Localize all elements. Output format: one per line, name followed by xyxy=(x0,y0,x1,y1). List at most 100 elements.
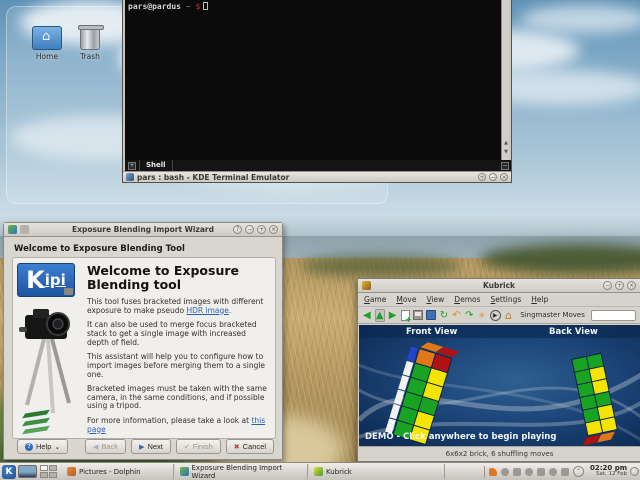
close-button[interactable]: × xyxy=(627,281,636,290)
load-game-icon[interactable] xyxy=(426,309,437,322)
scroll-down-icon[interactable]: ▼ xyxy=(502,149,510,155)
maximize-button[interactable]: − xyxy=(489,173,497,181)
kipi-logo-text: ipi xyxy=(44,271,66,289)
desktop-icon-trash[interactable]: Trash xyxy=(64,25,116,61)
volume-icon[interactable] xyxy=(512,467,521,476)
help-button[interactable]: ? xyxy=(233,225,242,234)
terminal-prompt-symbol: $ xyxy=(195,2,201,11)
tab-shell[interactable]: Shell xyxy=(139,160,173,171)
close-tab-button[interactable]: − xyxy=(501,161,509,170)
menu-game[interactable]: Game xyxy=(364,295,386,304)
camera-tripod-illustration xyxy=(19,309,71,436)
kubrick-menubar: Game Move View Demos Settings Help xyxy=(358,293,640,307)
new-tab-button[interactable]: + xyxy=(128,161,136,170)
minimize-button[interactable]: − xyxy=(603,281,612,290)
k-menu-button[interactable]: K xyxy=(2,464,16,479)
chevron-down-icon: ⌄ xyxy=(54,443,61,451)
menu-help[interactable]: Help xyxy=(531,295,548,304)
task-exposure-wizard[interactable]: Exposure Blending Import Wizard xyxy=(174,464,308,480)
close-button[interactable]: × xyxy=(269,225,278,234)
klipper-icon[interactable] xyxy=(488,467,497,476)
paragraph-5: For more information, please take a look… xyxy=(87,415,266,434)
wizard-page-header: Welcome to Exposure Blending Tool xyxy=(14,244,185,254)
desktop: Home Trash pars@pardus ~ $ ▲ ▼ + Shell −… xyxy=(0,0,640,480)
menu-demos[interactable]: Demos xyxy=(454,295,480,304)
help-icon: ? xyxy=(25,442,33,451)
cancel-x-icon: ✖ xyxy=(233,443,240,451)
kubrick-window: Kubrick − + × Game Move View Demos Setti… xyxy=(357,278,640,462)
trash-icon xyxy=(75,25,105,50)
kubrick-scene[interactable]: Front View Back View DEMO - Click anywhe… xyxy=(359,325,640,448)
maximize-button[interactable]: + xyxy=(257,225,266,234)
next-arrow-icon: ▶ xyxy=(139,443,145,451)
wizard-content-panel: Kipi Welcome to Exposure Blending tool T… xyxy=(12,257,276,439)
device-notifier-icon[interactable] xyxy=(536,467,545,476)
undo-icon[interactable]: ↶ xyxy=(452,309,462,322)
desktop-icon-label: Trash xyxy=(80,52,100,61)
terminal-tabbar: + Shell − xyxy=(125,160,511,171)
demo-banner: DEMO - Click anywhere to begin playing xyxy=(365,432,557,442)
kubrick-statusbar: 6x6x2 brick, 6 shuffling moves xyxy=(359,446,640,460)
menu-move[interactable]: Move xyxy=(396,295,416,304)
scroll-up-icon[interactable]: ▲ xyxy=(502,140,510,146)
singmaster-input[interactable] xyxy=(590,309,636,321)
cancel-button[interactable]: ✖ Cancel xyxy=(225,439,274,454)
front-view-label: Front View xyxy=(406,327,458,337)
maximize-button[interactable]: + xyxy=(615,281,624,290)
task-kubrick[interactable]: Kubrick xyxy=(308,464,445,479)
digital-clock[interactable]: 02:20 pm Sat, 12 Feb xyxy=(587,464,630,478)
menu-view[interactable]: View xyxy=(426,295,444,304)
help-button[interactable]: ? Help ⌄ xyxy=(17,439,69,454)
terminal-scrollbar[interactable]: ▲ ▼ xyxy=(501,0,509,160)
demo-play-icon[interactable]: ▶ xyxy=(489,309,501,322)
kipi-camera-badge xyxy=(64,288,73,295)
terminal-screen[interactable]: pars@pardus ~ $ xyxy=(125,0,503,160)
prev-move-icon[interactable]: ◀ xyxy=(362,309,372,322)
back-button[interactable]: ◀ Back xyxy=(84,439,127,454)
minimize-button[interactable]: − xyxy=(245,225,254,234)
notifications-icon[interactable] xyxy=(524,467,533,476)
singmaster-label: Singmaster Moves xyxy=(520,311,585,319)
terminal-prompt-user: pars@pardus xyxy=(128,2,181,11)
new-game-icon[interactable] xyxy=(400,309,412,324)
back-view-label: Back View xyxy=(549,327,598,337)
wizard-sidebar: Kipi xyxy=(13,258,79,438)
terminal-window: pars@pardus ~ $ ▲ ▼ + Shell − pars : bas… xyxy=(122,0,512,183)
next-button[interactable]: ▶ Next xyxy=(131,439,171,454)
home-icon[interactable]: ⌂ xyxy=(504,309,514,322)
finish-button[interactable]: ✔ Finish xyxy=(175,439,221,454)
save-game-icon[interactable] xyxy=(413,309,424,322)
wizard-titlebar[interactable]: Exposure Blending Import Wizard ? − + × xyxy=(4,223,282,237)
panel-toolbox-icon[interactable] xyxy=(630,467,639,476)
paragraph-4: Bracketed images must be taken with the … xyxy=(87,383,267,411)
kipi-logo-k: K xyxy=(26,266,45,294)
battery-icon[interactable] xyxy=(560,467,569,476)
up-move-icon[interactable]: ▲ xyxy=(374,308,385,322)
network-icon[interactable] xyxy=(548,467,557,476)
kipi-logo: Kipi xyxy=(17,263,75,297)
redo-icon[interactable]: ↷ xyxy=(464,309,474,322)
dolphin-icon xyxy=(67,467,76,476)
show-desktop-button[interactable] xyxy=(18,465,37,478)
next-move-icon[interactable]: ▶ xyxy=(388,309,398,322)
task-dolphin[interactable]: Pictures - Dolphin xyxy=(61,464,174,479)
home-folder-icon xyxy=(32,26,62,50)
terminal-cursor xyxy=(203,2,209,10)
menu-settings[interactable]: Settings xyxy=(491,295,522,304)
solve-icon[interactable]: ✳ xyxy=(477,309,487,322)
terminal-titlebar[interactable]: pars : bash - KDE Terminal Emulator + − … xyxy=(123,171,511,182)
desktop-pager[interactable] xyxy=(40,465,57,478)
kubrick-app-icon xyxy=(362,281,371,290)
system-tray: ⌃ xyxy=(481,465,587,478)
close-button[interactable]: × xyxy=(500,173,508,181)
reload-icon[interactable]: ↻ xyxy=(439,309,449,322)
bluetooth-icon[interactable] xyxy=(500,467,509,476)
window-menu-icon[interactable] xyxy=(20,225,29,234)
exposure-blending-wizard-window: Exposure Blending Import Wizard ? − + × … xyxy=(3,222,283,460)
kubrick-icon xyxy=(314,467,323,476)
paragraph-1: This tool fuses bracketed images with di… xyxy=(87,297,264,315)
hdr-image-link[interactable]: HDR image xyxy=(187,306,229,315)
expand-tray-button[interactable]: ⌃ xyxy=(572,466,584,477)
kubrick-titlebar[interactable]: Kubrick − + × xyxy=(358,279,640,293)
minimize-button[interactable]: + xyxy=(478,173,486,181)
